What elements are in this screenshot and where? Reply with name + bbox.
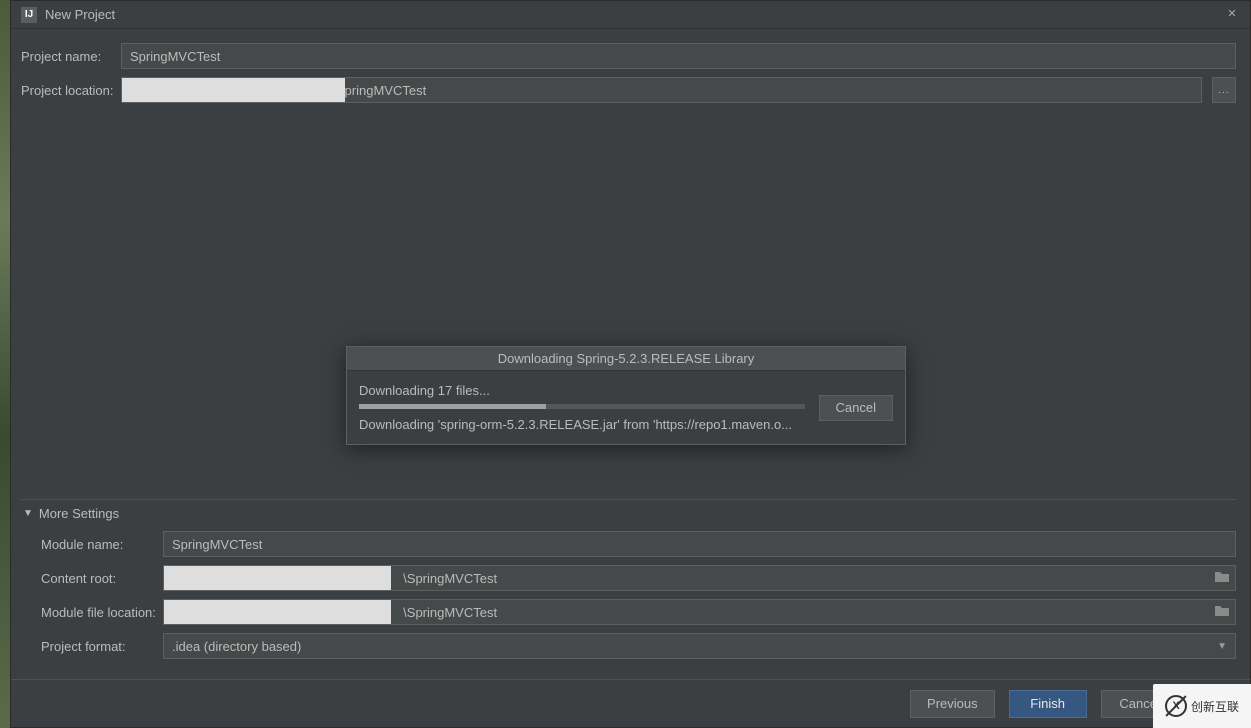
section-divider — [21, 499, 1236, 500]
browse-location-button[interactable]: ... — [1212, 77, 1236, 103]
folder-icon[interactable] — [1214, 604, 1230, 618]
redacted-path-overlay — [163, 565, 391, 591]
progress-status-top: Downloading 17 files... — [359, 383, 805, 398]
previous-button[interactable]: Previous — [910, 690, 995, 718]
more-settings-label: More Settings — [39, 506, 119, 521]
project-name-label: Project name: — [21, 49, 121, 64]
project-format-select[interactable]: .idea (directory based) ▼ — [163, 633, 1236, 659]
progress-bar-fill — [359, 404, 546, 409]
project-format-row: Project format: .idea (directory based) … — [41, 633, 1236, 659]
progress-bar — [359, 404, 805, 409]
project-name-input[interactable] — [121, 43, 1236, 69]
app-icon: IJ — [21, 7, 37, 23]
project-format-value: .idea (directory based) — [172, 639, 301, 654]
window-title: New Project — [45, 7, 1224, 22]
chevron-down-icon: ▼ — [23, 508, 33, 519]
module-name-input[interactable] — [163, 531, 1236, 557]
progress-cancel-button[interactable]: Cancel — [819, 395, 893, 421]
more-settings-toggle[interactable]: ▼ More Settings — [21, 506, 1236, 521]
module-name-row: Module name: — [41, 531, 1236, 557]
watermark-text: 创新互联 — [1191, 698, 1239, 715]
project-format-label: Project format: — [41, 639, 163, 654]
content-root-wrap — [163, 565, 1236, 591]
content-root-label: Content root: — [41, 571, 163, 586]
finish-button[interactable]: Finish — [1009, 690, 1087, 718]
module-name-label: Module name: — [41, 537, 163, 552]
redacted-path-overlay — [163, 599, 391, 625]
desktop-edge — [0, 0, 10, 728]
module-file-location-label: Module file location: — [41, 605, 163, 620]
folder-icon[interactable] — [1214, 570, 1230, 584]
chevron-down-icon: ▼ — [1217, 641, 1227, 652]
project-name-row: Project name: — [21, 43, 1236, 69]
module-file-location-wrap — [163, 599, 1236, 625]
progress-title: Downloading Spring-5.2.3.RELEASE Library — [347, 347, 905, 371]
button-bar: Previous Finish Cancel H — [11, 679, 1250, 727]
content-root-row: Content root: — [41, 565, 1236, 591]
close-icon[interactable]: × — [1224, 7, 1240, 23]
more-settings-section: ▼ More Settings Module name: Content roo… — [21, 499, 1236, 667]
project-location-wrap — [121, 77, 1202, 103]
content-area: Project name: Project location: ... ▼ Mo… — [11, 29, 1250, 727]
titlebar: IJ New Project × — [11, 1, 1250, 29]
more-settings-body: Module name: Content root: Module file l… — [21, 531, 1236, 659]
project-location-row: Project location: ... — [21, 77, 1236, 103]
watermark: X 创新互联 — [1153, 684, 1251, 728]
progress-left: Downloading 17 files... Downloading 'spr… — [359, 383, 805, 432]
progress-body: Downloading 17 files... Downloading 'spr… — [347, 371, 905, 444]
progress-status-bottom: Downloading 'spring-orm-5.2.3.RELEASE.ja… — [359, 417, 805, 432]
new-project-dialog: IJ New Project × Project name: Project l… — [10, 0, 1251, 728]
download-progress-dialog: Downloading Spring-5.2.3.RELEASE Library… — [346, 346, 906, 445]
project-location-label: Project location: — [21, 83, 121, 98]
watermark-icon: X — [1165, 695, 1187, 717]
module-file-location-row: Module file location: — [41, 599, 1236, 625]
redacted-path-overlay — [121, 77, 345, 103]
